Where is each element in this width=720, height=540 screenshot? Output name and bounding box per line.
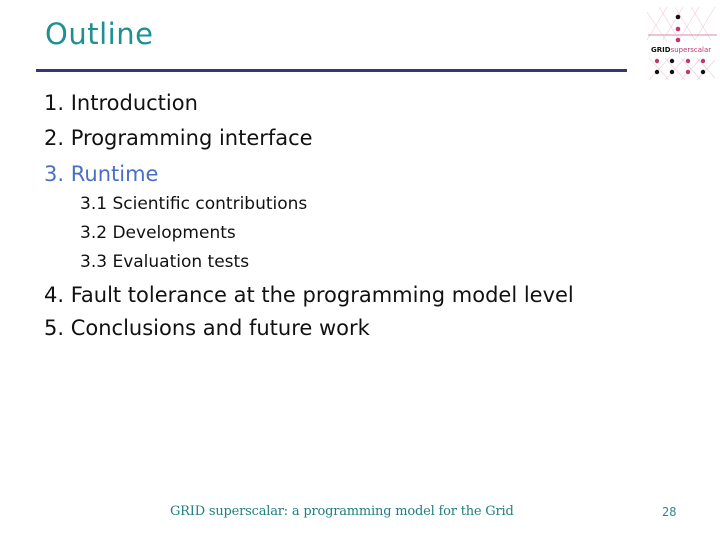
title-underline <box>36 69 627 72</box>
slide-title: Outline <box>45 17 154 51</box>
outline-item-label: Conclusions and future work <box>70 316 370 340</box>
logo-word-grid: GRID <box>651 46 671 54</box>
outline-item-label: Fault tolerance at the programming model… <box>70 283 574 307</box>
outline-item-number: 4. <box>44 283 65 307</box>
outline-item-number: 3. <box>44 162 65 186</box>
outline-sub-item: 3.1 Scientific contributions <box>80 196 307 213</box>
outline-sub-item: 3.3 Evaluation tests <box>80 254 249 271</box>
outline-sub-item-number: 3.2 <box>80 223 108 243</box>
grid-superscalar-logo: GRIDsuperscalar <box>645 2 720 82</box>
outline-item-number: 1. <box>44 91 65 115</box>
outline-sub-item-number: 3.3 <box>80 252 108 272</box>
outline-item: 2. Programming interface <box>44 128 313 149</box>
page-number: 28 <box>662 505 677 519</box>
outline-sub-item-label: Scientific contributions <box>112 194 308 214</box>
outline-sub-item-label: Evaluation tests <box>112 252 250 272</box>
outline-item-label: Runtime <box>70 162 159 186</box>
outline-item-active: 3. Runtime <box>44 164 158 185</box>
logo-word-superscalar: superscalar <box>670 46 712 54</box>
outline-sub-item-number: 3.1 <box>80 194 108 214</box>
outline-item: 5. Conclusions and future work <box>44 318 370 339</box>
outline-sub-item-label: Developments <box>112 223 236 243</box>
outline-item-label: Programming interface <box>70 126 313 150</box>
outline-item-number: 2. <box>44 126 65 150</box>
grid-dots-logo-icon <box>646 6 717 81</box>
logo-wordmark: GRIDsuperscalar <box>651 47 711 54</box>
outline-item-number: 5. <box>44 316 65 340</box>
footer-text: GRID superscalar: a programming model fo… <box>170 504 514 519</box>
outline-item-label: Introduction <box>70 91 198 115</box>
outline-item: 4. Fault tolerance at the programming mo… <box>44 285 574 306</box>
outline-sub-item: 3.2 Developments <box>80 225 236 242</box>
outline-item: 1. Introduction <box>44 93 198 114</box>
